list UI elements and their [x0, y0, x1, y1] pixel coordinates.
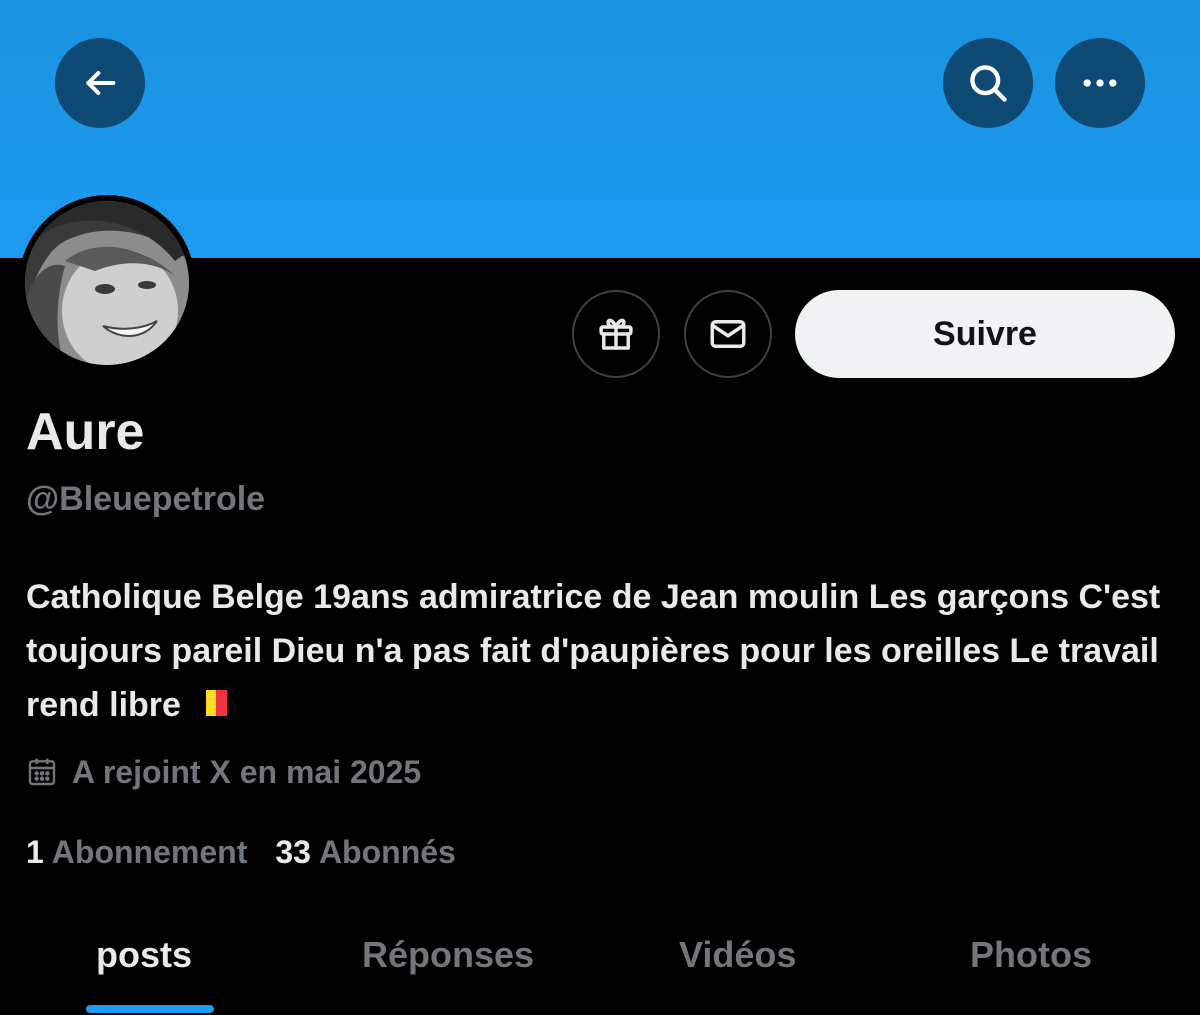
- profile-tabs: posts Réponses Vidéos Photos: [0, 905, 1200, 1015]
- tab-videos[interactable]: Vidéos: [679, 933, 796, 977]
- followers-label: Abonnés: [318, 834, 456, 870]
- followers-link[interactable]: 33 Abonnés: [275, 830, 455, 874]
- search-icon: [970, 65, 1007, 102]
- tab-replies[interactable]: Réponses: [362, 933, 534, 977]
- belgium-flag-icon: [194, 690, 227, 717]
- join-date-text: A rejoint X en mai 2025: [72, 754, 422, 790]
- profile-banner[interactable]: [0, 0, 1200, 258]
- avatar-image: [25, 201, 189, 365]
- envelope-icon: [710, 320, 746, 348]
- more-horizontal-icon: [1083, 79, 1117, 87]
- search-button[interactable]: [943, 38, 1033, 128]
- active-tab-indicator: [86, 1005, 214, 1013]
- back-button[interactable]: [55, 38, 145, 128]
- following-link[interactable]: 1 Abonnement: [26, 830, 247, 874]
- calendar-icon: [28, 758, 56, 786]
- display-name: Aure: [26, 403, 145, 461]
- tab-posts[interactable]: posts: [96, 933, 192, 977]
- followers-count: 33: [275, 834, 311, 870]
- profile-bio: Catholique Belge 19ans admiratrice de Je…: [26, 570, 1176, 732]
- user-handle: @Bleuepetrole: [26, 480, 266, 518]
- following-label: Abonnement: [51, 834, 248, 870]
- gift-button[interactable]: [572, 290, 660, 378]
- gift-icon: [599, 318, 633, 350]
- follow-stats: 1 Abonnement 33 Abonnés: [26, 830, 484, 874]
- message-button[interactable]: [684, 290, 772, 378]
- following-count: 1: [26, 834, 44, 870]
- join-date: A rejoint X en mai 2025: [26, 750, 421, 794]
- follow-button[interactable]: Suivre: [795, 290, 1175, 378]
- tab-photos[interactable]: Photos: [970, 933, 1092, 977]
- more-options-button[interactable]: [1055, 38, 1145, 128]
- avatar[interactable]: [19, 195, 195, 371]
- arrow-left-icon: [86, 71, 116, 95]
